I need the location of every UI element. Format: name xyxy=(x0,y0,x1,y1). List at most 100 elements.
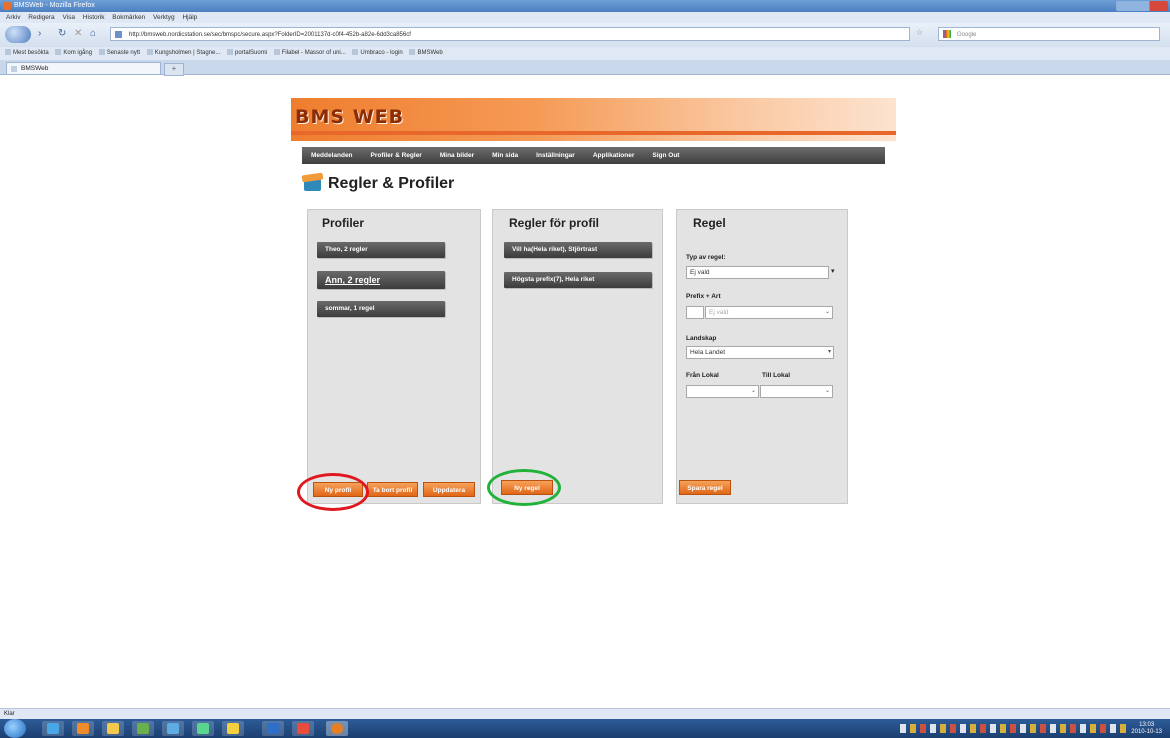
menu-bokmarken[interactable]: Bokmärken xyxy=(112,14,145,21)
chevron-down-icon[interactable]: ▾ xyxy=(831,267,835,275)
back-button[interactable] xyxy=(5,26,31,43)
menu-redigera[interactable]: Redigera xyxy=(28,14,54,21)
chevron-down-icon: ⌄ xyxy=(824,309,830,315)
chevron-down-icon: ▾ xyxy=(827,349,831,355)
search-input[interactable]: Google xyxy=(938,27,1160,41)
stop-icon[interactable]: ✕ xyxy=(74,28,82,39)
reload-icon[interactable]: ↻ xyxy=(58,28,66,39)
bookmark-item[interactable]: Mest besökta xyxy=(5,49,49,56)
site-logo: BMS WEB xyxy=(295,106,405,128)
profile-item[interactable]: sommar, 1 regel xyxy=(317,301,445,317)
navigation-toolbar: › ↻ ✕ ⌂ http://bmsweb.nordicstation.se/s… xyxy=(0,23,1170,47)
rules-heading: Regler för profil xyxy=(509,216,600,230)
tab-bmsweb[interactable]: BMSWeb xyxy=(6,62,161,74)
taskbar-app-icon[interactable] xyxy=(162,721,184,736)
taskbar-outlook-icon[interactable] xyxy=(222,721,244,736)
system-tray[interactable] xyxy=(900,724,1130,733)
page-title: Regler & Profiler xyxy=(328,175,455,192)
fran-lokal-label: Från Lokal xyxy=(686,372,719,379)
menu-verktyg[interactable]: Verktyg xyxy=(153,14,175,21)
nav-mina-bilder[interactable]: Mina bilder xyxy=(431,152,483,159)
toolbox-icon xyxy=(301,172,324,192)
window-titlebar: BMSWeb - Mozilla Firefox xyxy=(0,0,1170,12)
taskbar-app-icon[interactable] xyxy=(192,721,214,736)
chevron-down-icon: ⌄ xyxy=(824,388,830,394)
profile-item-selected[interactable]: Ann, 2 regler xyxy=(317,271,445,289)
clock-time: 13:03 xyxy=(1139,722,1155,728)
delete-profile-button[interactable]: Ta bort profil xyxy=(367,482,418,497)
taskbar-firefox-icon[interactable] xyxy=(326,721,348,736)
rule-type-label: Typ av regel: xyxy=(686,254,726,261)
rule-type-select[interactable]: Ej vald xyxy=(686,266,829,279)
prefix-art-label: Prefix + Art xyxy=(686,293,721,300)
bookmarks-bar: Mest besökta Kom igång Senaste nytt Kung… xyxy=(0,47,1170,60)
rule-heading: Regel xyxy=(693,216,726,230)
nav-profiler-regler[interactable]: Profiler & Regler xyxy=(362,152,431,159)
highlight-ring-green xyxy=(487,469,561,506)
menu-visa[interactable]: Visa xyxy=(62,14,75,21)
profile-item[interactable]: Theo, 2 regler xyxy=(317,242,445,258)
till-lokal-label: Till Lokal xyxy=(762,372,791,379)
rule-item[interactable]: Högsta prefix(7), Hela riket xyxy=(504,272,652,288)
rule-type-value: Ej vald xyxy=(690,269,710,276)
site-banner: BMS WEB xyxy=(291,98,896,141)
nav-installningar[interactable]: Inställningar xyxy=(527,152,584,159)
forward-icon[interactable]: › xyxy=(38,28,41,39)
address-url: http://bmsweb.nordicstation.se/sec/bmspc… xyxy=(129,32,411,38)
nav-sign-out[interactable]: Sign Out xyxy=(643,152,688,159)
status-bar: Klar xyxy=(0,708,1170,719)
prefix-input[interactable] xyxy=(686,306,704,319)
status-text: Klar xyxy=(4,711,15,717)
chevron-down-icon: ⌄ xyxy=(750,388,756,394)
menu-historik[interactable]: Historik xyxy=(83,14,105,21)
taskbar-ie-icon[interactable] xyxy=(42,721,64,736)
bookmark-item[interactable]: portalSuomi xyxy=(227,49,267,56)
menu-bar: Arkiv Redigera Visa Historik Bokmärken V… xyxy=(0,12,1170,23)
taskbar-app-icon[interactable] xyxy=(132,721,154,736)
bookmark-item[interactable]: Filabel - Massor of uni... xyxy=(273,49,346,56)
new-tab-button[interactable]: + xyxy=(164,63,184,76)
window-title: BMSWeb - Mozilla Firefox xyxy=(14,2,95,9)
start-button[interactable] xyxy=(4,719,26,738)
nav-min-sida[interactable]: Min sida xyxy=(483,152,527,159)
save-rule-button[interactable]: Spara regel xyxy=(679,480,731,495)
bookmark-item[interactable]: Kom igång xyxy=(55,49,92,56)
nav-applikationer[interactable]: Applikationer xyxy=(584,152,644,159)
fran-lokal-select[interactable]: ⌄ xyxy=(686,385,759,398)
update-button[interactable]: Uppdatera xyxy=(423,482,475,497)
search-placeholder: Google xyxy=(957,32,977,38)
bookmark-item[interactable]: Umbraco - login xyxy=(352,49,403,56)
taskbar-media-icon[interactable] xyxy=(72,721,94,736)
window-controls[interactable] xyxy=(1116,1,1168,11)
landskap-select[interactable]: Hela Landet ▾ xyxy=(686,346,834,359)
clock-date: 2010-10-13 xyxy=(1131,729,1162,735)
google-icon xyxy=(943,30,951,38)
main-nav: Meddelanden Profiler & Regler Mina bilde… xyxy=(302,147,885,164)
bookmark-item[interactable]: BMSWeb xyxy=(409,49,443,56)
banner-stripe xyxy=(291,131,896,135)
bookmark-star-icon[interactable]: ☆ xyxy=(916,28,923,37)
art-select[interactable]: Ej vald ⌄ xyxy=(705,306,833,319)
tab-label: BMSWeb xyxy=(21,65,49,72)
rules-panel: Regler för profil Vill ha(Hela riket), S… xyxy=(492,209,663,504)
highlight-ring-red xyxy=(297,473,369,511)
rule-item[interactable]: Vill ha(Hela riket), Stjörtrast xyxy=(504,242,652,258)
bookmark-item[interactable]: Senaste nytt xyxy=(98,49,140,56)
taskbar-folder-icon[interactable] xyxy=(102,721,124,736)
profiler-heading: Profiler xyxy=(322,216,365,230)
till-lokal-select[interactable]: ⌄ xyxy=(760,385,833,398)
nav-meddelanden[interactable]: Meddelanden xyxy=(302,152,362,159)
menu-hjalp[interactable]: Hjälp xyxy=(182,14,197,21)
menu-arkiv[interactable]: Arkiv xyxy=(6,14,20,21)
taskbar-word-icon[interactable] xyxy=(262,721,284,736)
address-bar[interactable]: http://bmsweb.nordicstation.se/sec/bmspc… xyxy=(110,27,910,41)
art-value: Ej vald xyxy=(709,309,729,316)
home-icon[interactable]: ⌂ xyxy=(90,28,96,39)
site-favicon-icon xyxy=(115,31,122,38)
taskbar-powerpoint-icon[interactable] xyxy=(292,721,314,736)
tab-favicon-icon xyxy=(11,66,17,72)
bookmark-item[interactable]: Kungsholmen | Stagne... xyxy=(146,49,220,56)
windows-taskbar: 13:03 2010-10-13 xyxy=(0,719,1170,738)
firefox-icon xyxy=(3,2,11,10)
clock[interactable]: 13:03 2010-10-13 xyxy=(1131,722,1162,736)
